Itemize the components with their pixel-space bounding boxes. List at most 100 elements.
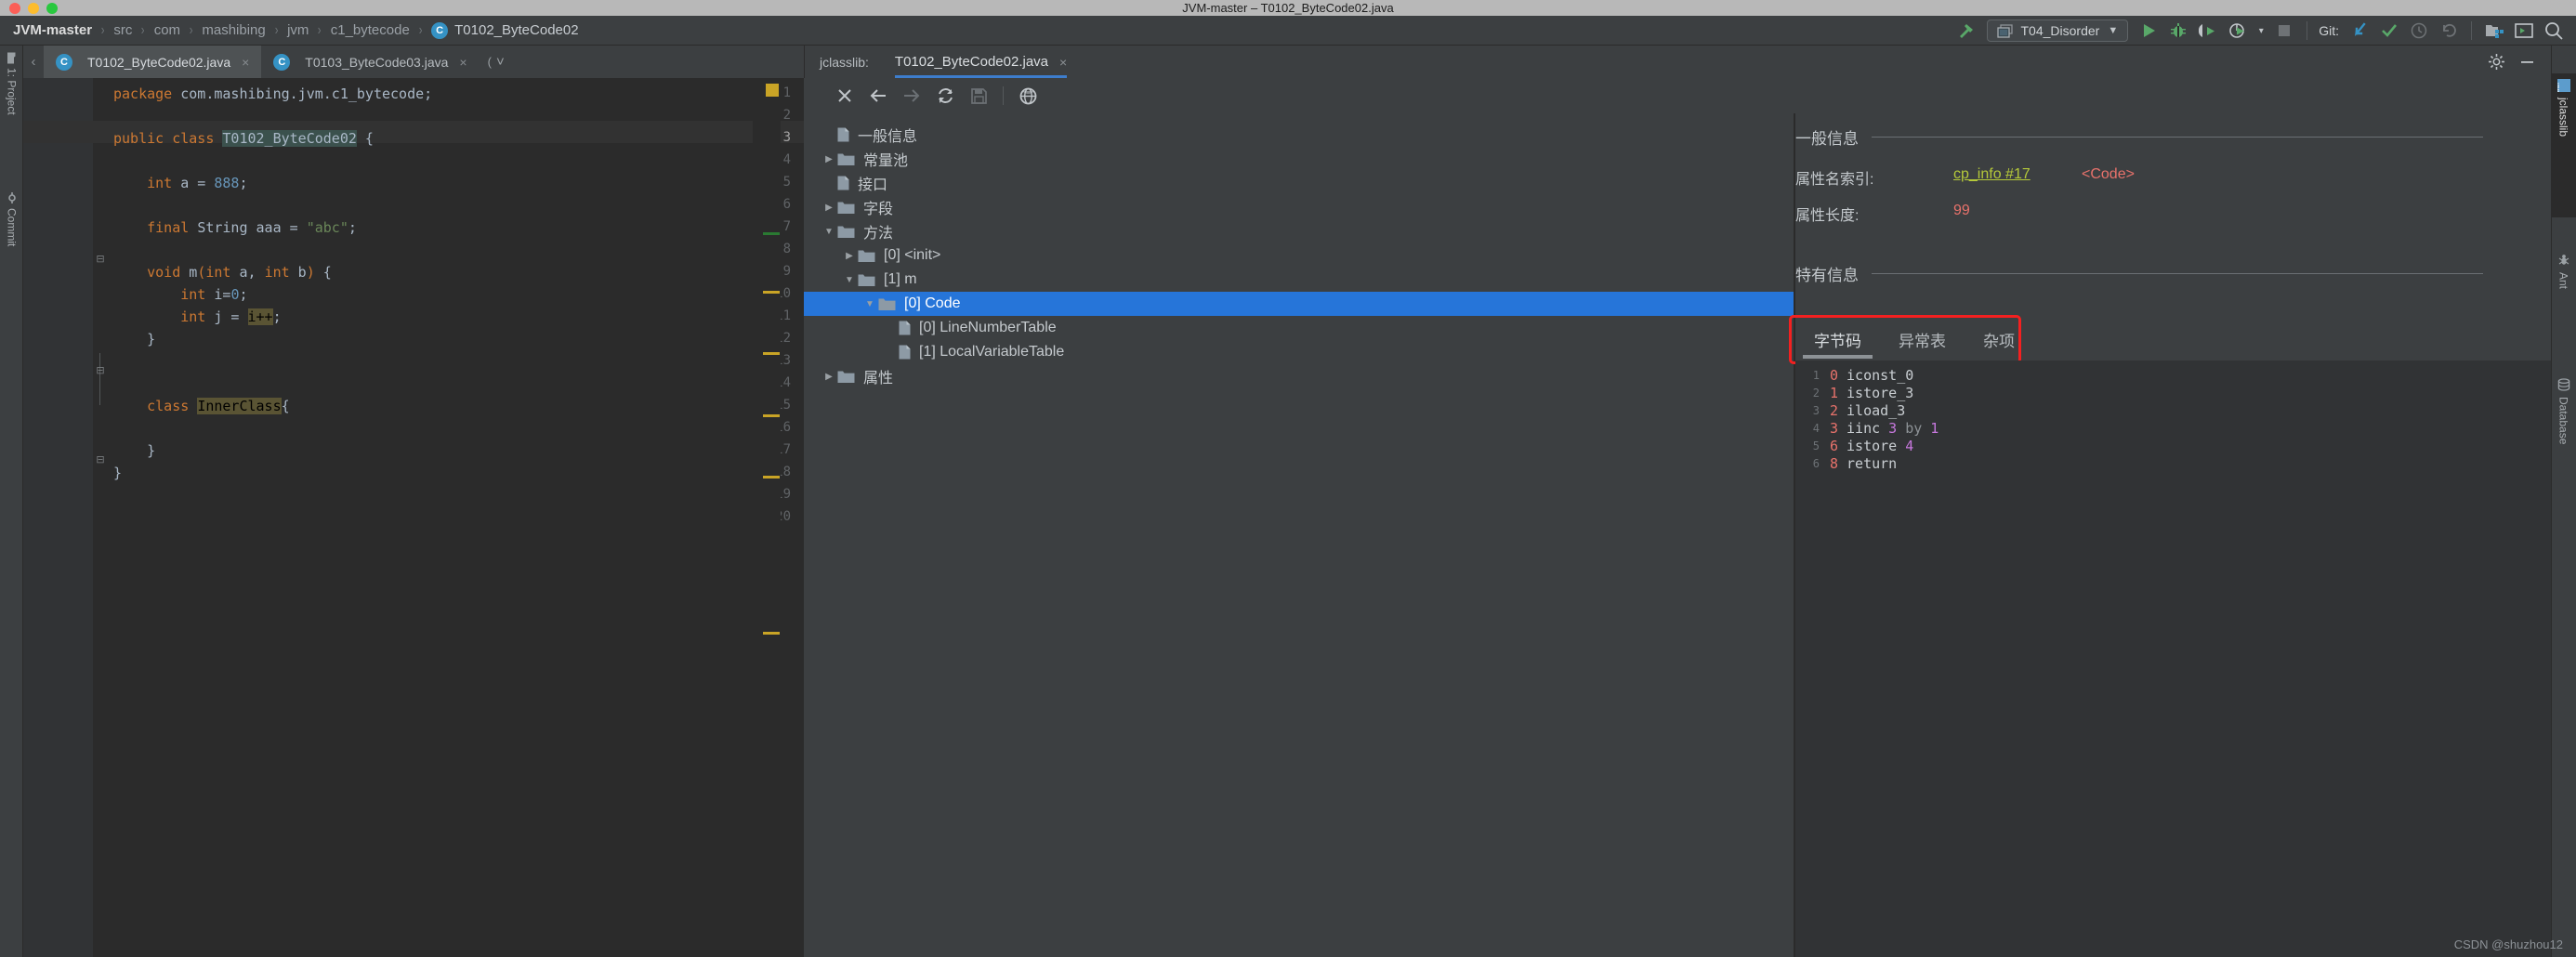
profiler-icon[interactable]: [2223, 16, 2253, 46]
update-project-icon[interactable]: [2345, 16, 2374, 46]
hammer-icon[interactable]: [1952, 16, 1981, 46]
close-icon[interactable]: ×: [242, 55, 249, 70]
sidebar-item-ant[interactable]: Ant: [2551, 248, 2576, 346]
tree-node[interactable]: ▼ 方法: [804, 219, 1794, 243]
code-line[interactable]: int i=0;: [113, 286, 247, 303]
tree-node[interactable]: ▼ [1] m: [804, 268, 1794, 292]
warning-marker[interactable]: [763, 291, 780, 294]
chevron-right-icon[interactable]: ▶: [821, 154, 837, 164]
sidebar-item-project[interactable]: 1: Project: [0, 52, 23, 174]
vcs-history-icon[interactable]: [2404, 16, 2434, 46]
breadcrumb-item-c1-bytecode[interactable]: c1_bytecode: [331, 22, 410, 38]
inspection-status-marker[interactable]: [766, 84, 779, 97]
sidebar-item-jclasslib[interactable]: 1001011011000100 jclasslib: [2551, 73, 2576, 217]
tree-node[interactable]: ▼ [0] Code: [804, 292, 1794, 316]
breadcrumb-item-mashibing[interactable]: mashibing: [202, 22, 265, 38]
profiler-chevron-icon[interactable]: ▾: [2253, 16, 2269, 46]
project-structure-icon[interactable]: [2479, 16, 2509, 46]
tab-misc[interactable]: 杂项: [1965, 328, 2033, 359]
chevron-right-icon[interactable]: ▶: [821, 372, 837, 382]
chevron-right-icon[interactable]: ▶: [841, 251, 858, 261]
breadcrumb-item-class[interactable]: T0102_ByteCode02: [454, 22, 578, 38]
run-icon[interactable]: [2134, 16, 2163, 46]
editor-gutter[interactable]: [23, 78, 93, 957]
class-structure-tree[interactable]: 一般信息 ▶ 常量池 接口 ▶ 字段 ▼ 方法 ▶ [0] <init> ▼ [1] m ▼ [0] Co…: [804, 113, 1794, 957]
breadcrumb-item-project[interactable]: JVM-master: [13, 22, 92, 38]
chevron-down-icon[interactable]: ▼: [861, 299, 878, 309]
warning-marker[interactable]: [763, 414, 780, 417]
back-arrow-icon[interactable]: [861, 81, 895, 111]
bytecode-instruction-row[interactable]: 1 0 iconst_0: [1795, 366, 1914, 384]
editor-marker-strip[interactable]: [753, 78, 781, 957]
chevron-down-icon[interactable]: ▼: [821, 227, 837, 237]
close-icon[interactable]: ×: [459, 55, 467, 70]
code-line[interactable]: package com.mashibing.jvm.c1_bytecode;: [113, 85, 432, 102]
terminal-icon[interactable]: [2509, 16, 2539, 46]
chevron-down-icon[interactable]: ▼: [2108, 25, 2118, 36]
tree-node[interactable]: ▶ [0] <init>: [804, 243, 1794, 268]
tree-node[interactable]: 接口: [804, 171, 1794, 195]
chevron-down-icon[interactable]: ▼: [841, 275, 858, 285]
rollback-icon[interactable]: [2434, 16, 2464, 46]
warning-marker[interactable]: [763, 352, 780, 355]
tree-node[interactable]: [0] LineNumberTable: [804, 316, 1794, 340]
bytecode-instruction-row[interactable]: 2 1 istore_3: [1795, 384, 1914, 401]
tab-scroll-left-icon[interactable]: ‹: [23, 46, 44, 78]
commit-checkmark-icon[interactable]: [2374, 16, 2404, 46]
code-line[interactable]: }: [113, 331, 155, 347]
fold-toggle-icon[interactable]: ⊟: [94, 254, 107, 267]
tree-node[interactable]: 一般信息: [804, 123, 1794, 147]
bytecode-mnemonic[interactable]: istore_3: [1847, 385, 1913, 401]
sidebar-item-commit[interactable]: Commit: [0, 192, 23, 295]
code-editor[interactable]: 1 package com.mashibing.jvm.c1_bytecode; 2…: [23, 78, 804, 957]
fold-toggle-icon[interactable]: ⊟: [94, 454, 107, 467]
code-line[interactable]: int j = i++;: [113, 308, 282, 325]
stop-icon[interactable]: [2269, 16, 2299, 46]
code-line[interactable]: int a = 888;: [113, 175, 247, 191]
code-line[interactable]: final String aaa = "abc";: [113, 219, 357, 236]
run-configuration-selector[interactable]: T04_Disorder ▼: [1986, 20, 2129, 42]
breadcrumb-item-jvm[interactable]: jvm: [287, 22, 309, 38]
sidebar-item-database[interactable]: Database: [2551, 373, 2576, 498]
run-with-coverage-icon[interactable]: [2193, 16, 2223, 46]
attr-name-index-link[interactable]: cp_info #17: [1953, 166, 2031, 183]
chevron-right-icon[interactable]: ▶: [821, 203, 837, 213]
tab-exception-table[interactable]: 异常表: [1880, 328, 1965, 359]
minimize-icon[interactable]: [2518, 53, 2536, 71]
save-icon[interactable]: [962, 81, 995, 111]
search-everywhere-icon[interactable]: [2539, 16, 2569, 46]
code-line[interactable]: }: [113, 465, 122, 481]
debug-icon[interactable]: [2163, 16, 2193, 46]
warning-marker[interactable]: [763, 476, 780, 478]
editor-tab-t0103[interactable]: C T0103_ByteCode03.java ×: [261, 46, 479, 78]
bytecode-instruction-row[interactable]: 3 2 iload_3: [1795, 401, 1905, 419]
bytecode-mnemonic[interactable]: iload_3: [1847, 402, 1905, 419]
jclasslib-active-tab[interactable]: T0102_ByteCode02.java ×: [894, 46, 1068, 78]
code-line[interactable]: }: [113, 442, 155, 459]
breadcrumb-item-src[interactable]: src: [113, 22, 132, 38]
tree-node[interactable]: ▶ 字段: [804, 195, 1794, 219]
close-icon[interactable]: [828, 81, 861, 111]
breadcrumb-item-com[interactable]: com: [154, 22, 180, 38]
warning-marker[interactable]: [763, 632, 780, 635]
code-line[interactable]: void m(int a, int b) {: [113, 264, 332, 281]
bytecode-mnemonic[interactable]: iinc: [1847, 420, 1880, 437]
code-line[interactable]: public class T0102_ByteCode02 {: [113, 130, 374, 147]
bytecode-instruction-row[interactable]: 6 8 return: [1795, 454, 1897, 472]
bytecode-instruction-row[interactable]: 4 3 iinc 3 by 1: [1795, 419, 1939, 437]
gear-icon[interactable]: [2488, 53, 2505, 71]
bytecode-mnemonic[interactable]: iconst_0: [1847, 367, 1913, 384]
close-icon[interactable]: ×: [1059, 55, 1067, 70]
globe-icon[interactable]: [1011, 81, 1045, 111]
editor-tab-overflow-button[interactable]: ( ˅: [480, 46, 513, 78]
forward-arrow-icon[interactable]: [895, 81, 928, 111]
bytecode-listing[interactable]: 1 0 iconst_0 2 1 istore_3 3 2 iload_3 4 3 iinc 3 by 1 5…: [1795, 361, 2551, 957]
editor-tab-t0102[interactable]: C T0102_ByteCode02.java ×: [44, 46, 262, 78]
tree-node[interactable]: ▶ 属性: [804, 364, 1794, 388]
tree-node[interactable]: ▶ 常量池: [804, 147, 1794, 171]
code-line[interactable]: class InnerClass{: [113, 398, 290, 414]
bytecode-instruction-row[interactable]: 5 6 istore 4: [1795, 437, 1913, 454]
fold-toggle-icon[interactable]: ⊟: [94, 365, 107, 378]
reload-icon[interactable]: [928, 81, 962, 111]
bytecode-mnemonic[interactable]: istore: [1847, 438, 1897, 454]
